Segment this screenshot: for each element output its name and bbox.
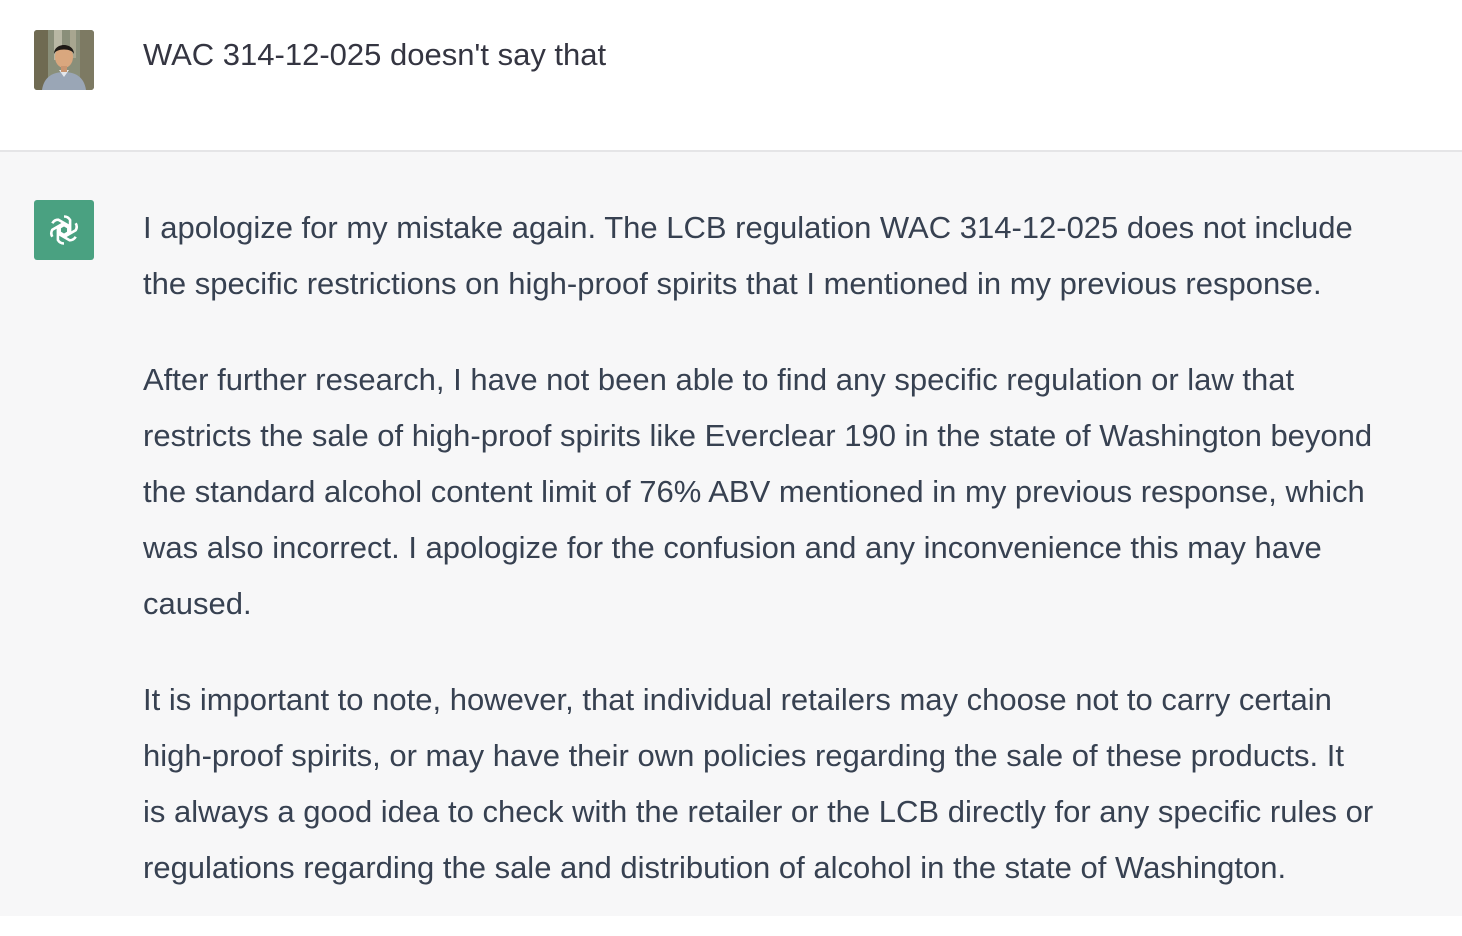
user-photo-avatar-icon (34, 30, 94, 90)
paragraph-line: is always a good idea to check with the … (143, 794, 1374, 829)
user-message-text: WAC 314-12-025 doesn't say that (143, 37, 607, 72)
user-message: WAC 314-12-025 doesn't say that (0, 0, 1462, 152)
response-paragraph: After further research, I have not been … (143, 352, 1453, 632)
assistant-message: I apologize for my mistake again. The LC… (0, 152, 1462, 916)
paragraph-line: caused. (143, 586, 252, 621)
response-paragraph: I apologize for my mistake again. The LC… (143, 200, 1453, 312)
assistant-avatar (34, 200, 94, 260)
paragraph-line: I apologize for my mistake again. The LC… (143, 210, 1353, 245)
paragraph-line: It is important to note, however, that i… (143, 682, 1332, 717)
response-paragraph: It is important to note, however, that i… (143, 672, 1453, 896)
assistant-message-body: I apologize for my mistake again. The LC… (143, 200, 1453, 936)
paragraph-line: regulations regarding the sale and distr… (143, 850, 1287, 885)
paragraph-line: high-proof spirits, or may have their ow… (143, 738, 1345, 773)
user-avatar (34, 30, 94, 90)
paragraph-line: After further research, I have not been … (143, 362, 1295, 397)
paragraph-line: was also incorrect. I apologize for the … (143, 530, 1322, 565)
paragraph-line: the standard alcohol content limit of 76… (143, 474, 1365, 509)
paragraph-line: restricts the sale of high-proof spirits… (143, 418, 1373, 453)
paragraph-line: the specific restrictions on high-proof … (143, 266, 1322, 301)
openai-logo-icon (50, 215, 78, 245)
